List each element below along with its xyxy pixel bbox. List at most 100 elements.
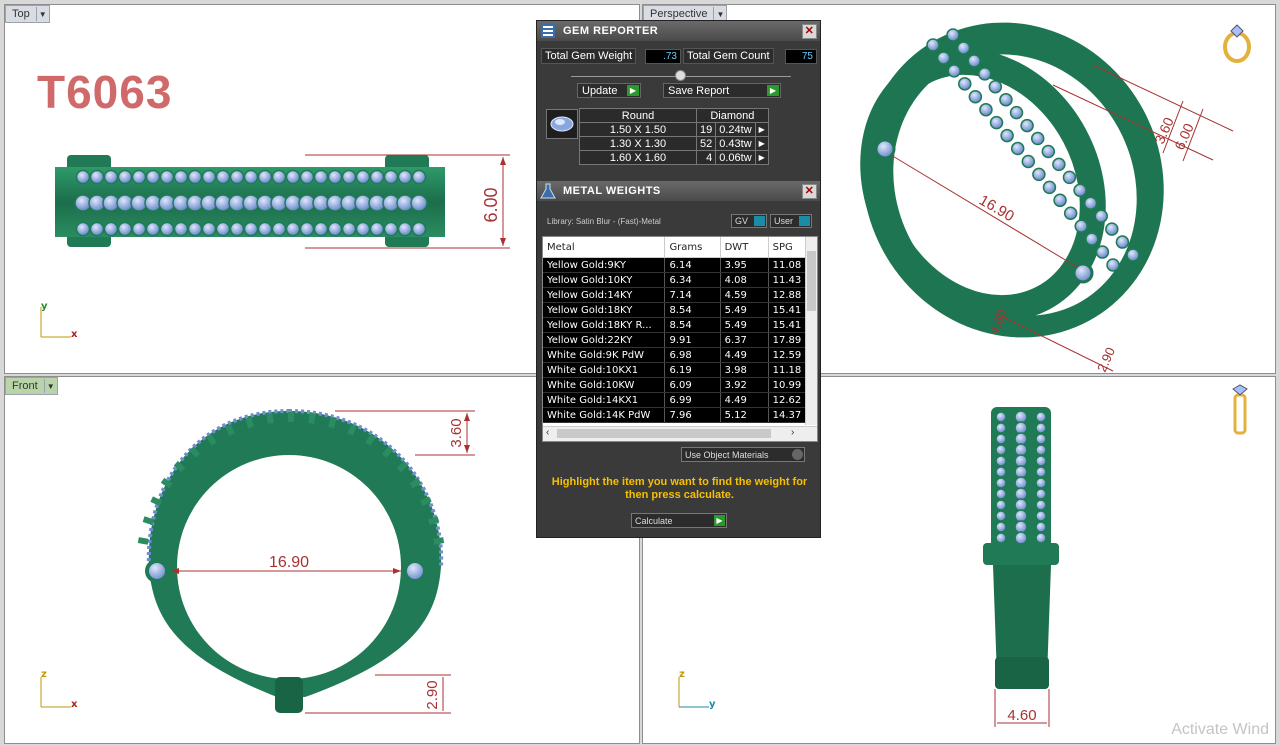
play-icon: ▶ bbox=[627, 85, 639, 96]
user-toggle[interactable]: User bbox=[770, 214, 812, 228]
axis-z: z bbox=[41, 669, 47, 680]
flask-icon bbox=[539, 182, 557, 200]
metal-cell-metal: Yellow Gold:22KY bbox=[543, 332, 666, 348]
metal-cell-grams: 6.98 bbox=[664, 347, 721, 363]
horizontal-scrollbar[interactable]: ‹ › bbox=[543, 426, 817, 441]
chevron-down-icon[interactable]: ▼ bbox=[713, 7, 726, 21]
metal-row[interactable]: Yellow Gold:18KY R... 8.54 5.49 15.41 bbox=[543, 317, 817, 333]
metal-table[interactable]: Metal Grams DWT SPG Yellow Gold:9KY 6.14 3… bbox=[542, 236, 818, 442]
gem-table: Round Diamond 1.50 X 1.50 19 0.24tw ▶ 1.… bbox=[579, 108, 769, 165]
col-dwt[interactable]: DWT bbox=[720, 237, 769, 258]
dim-right-bottom: 4.60 bbox=[1007, 707, 1036, 724]
metal-row[interactable]: White Gold:10KX1 6.19 3.98 11.18 bbox=[543, 362, 817, 378]
metal-cell-grams: 7.14 bbox=[664, 287, 721, 303]
metal-row[interactable]: Yellow Gold:14KY 7.14 4.59 12.88 bbox=[543, 287, 817, 303]
total-gem-count-label: Total Gem Count bbox=[683, 48, 774, 64]
axis-y: y bbox=[709, 699, 716, 710]
gem-row[interactable]: 1.50 X 1.50 19 0.24tw ▶ bbox=[579, 122, 769, 137]
dim-front-bottom: 2.90 bbox=[424, 680, 441, 709]
metal-cell-dwt: 4.59 bbox=[720, 287, 769, 303]
model-label: T6063 bbox=[37, 66, 173, 118]
library-label: Library: Satin Blur - (Fast)-Metal bbox=[547, 217, 661, 226]
chevron-down-icon[interactable]: ▼ bbox=[43, 379, 57, 393]
metal-cell-dwt: 3.92 bbox=[720, 377, 769, 393]
metal-weights-title: METAL WEIGHTS bbox=[563, 185, 661, 197]
close-icon[interactable]: ✕ bbox=[802, 184, 817, 199]
dim-front-top: 3.60 bbox=[448, 418, 465, 447]
metal-row[interactable]: Yellow Gold:10KY 6.34 4.08 11.43 bbox=[543, 272, 817, 288]
dim-front-diameter: 16.90 bbox=[269, 554, 309, 571]
metal-cell-grams: 8.54 bbox=[664, 302, 721, 318]
metal-cell-dwt: 3.98 bbox=[720, 362, 769, 378]
metal-row[interactable]: White Gold:14K PdW 7.96 5.12 14.37 bbox=[543, 407, 817, 423]
axis-z: z bbox=[679, 669, 685, 680]
dim-persp-bottom-b: 2.90 bbox=[1094, 345, 1118, 374]
metal-row[interactable]: Yellow Gold:18KY 8.54 5.49 15.41 bbox=[543, 302, 817, 318]
metal-cell-dwt: 6.37 bbox=[720, 332, 769, 348]
gem-reporter-icon bbox=[539, 22, 557, 40]
metal-row[interactable]: White Gold:14KX1 6.99 4.49 12.62 bbox=[543, 392, 817, 408]
chevron-down-icon[interactable]: ▼ bbox=[35, 7, 49, 21]
hint-text: Highlight the item you want to find the … bbox=[551, 476, 808, 501]
play-icon[interactable]: ▶ bbox=[754, 136, 769, 151]
close-icon[interactable]: ✕ bbox=[802, 24, 817, 39]
metal-row[interactable]: Yellow Gold:22KY 9.91 6.37 17.89 bbox=[543, 332, 817, 348]
metal-cell-grams: 8.54 bbox=[664, 317, 721, 333]
tab-front[interactable]: Front ▼ bbox=[5, 377, 58, 395]
gem-row[interactable]: 1.30 X 1.30 52 0.43tw ▶ bbox=[579, 136, 769, 151]
metal-cell-dwt: 5.49 bbox=[720, 317, 769, 333]
metal-cell-metal: White Gold:9K PdW bbox=[543, 347, 666, 363]
save-report-button[interactable]: Save Report ▶ bbox=[663, 83, 781, 98]
metal-cell-metal: White Gold:10KW bbox=[543, 377, 666, 393]
gem-metal-panel[interactable]: GEM REPORTER ✕ Total Gem Weight .73 Tota… bbox=[536, 20, 821, 538]
metal-cell-grams: 6.14 bbox=[664, 257, 721, 273]
metal-cell-grams: 6.19 bbox=[664, 362, 721, 378]
metal-cell-metal: White Gold:14K PdW bbox=[543, 407, 666, 423]
activate-windows-watermark: Activate Wind bbox=[1171, 721, 1269, 738]
metal-cell-dwt: 4.49 bbox=[720, 392, 769, 408]
metal-cell-dwt: 4.49 bbox=[720, 347, 769, 363]
use-object-materials-toggle[interactable]: Use Object Materials bbox=[681, 447, 805, 462]
metal-cell-grams: 7.96 bbox=[664, 407, 721, 423]
play-icon[interactable]: ▶ bbox=[754, 150, 769, 165]
metal-cell-metal: Yellow Gold:14KY bbox=[543, 287, 666, 303]
metal-cell-metal: Yellow Gold:18KY bbox=[543, 302, 666, 318]
play-icon[interactable]: ▶ bbox=[754, 122, 769, 137]
chevron-right-icon[interactable]: › bbox=[791, 427, 794, 438]
axis-x: x bbox=[71, 699, 78, 710]
chevron-left-icon[interactable]: ‹ bbox=[546, 427, 549, 438]
tab-top[interactable]: Top ▼ bbox=[5, 5, 50, 23]
weight-slider-knob[interactable] bbox=[675, 70, 686, 81]
vertical-scrollbar[interactable] bbox=[805, 237, 817, 425]
metal-row[interactable]: White Gold:10KW 6.09 3.92 10.99 bbox=[543, 377, 817, 393]
ring-icon bbox=[1223, 24, 1251, 63]
gv-toggle[interactable]: GV bbox=[731, 214, 767, 228]
axis-x: x bbox=[71, 329, 78, 340]
metal-cell-dwt: 5.49 bbox=[720, 302, 769, 318]
gem-rows bbox=[74, 169, 428, 237]
axis-y: y bbox=[41, 301, 48, 312]
total-gem-count-value: 75 bbox=[785, 49, 817, 64]
play-icon: ▶ bbox=[714, 515, 725, 526]
metal-cell-dwt: 4.08 bbox=[720, 272, 769, 288]
metal-cell-metal: White Gold:14KX1 bbox=[543, 392, 666, 408]
round-diamond-icon bbox=[546, 109, 578, 139]
col-metal[interactable]: Metal bbox=[543, 237, 666, 258]
dim-top-width: 6.00 bbox=[481, 187, 501, 222]
update-button[interactable]: Update ▶ bbox=[577, 83, 641, 98]
play-icon: ▶ bbox=[767, 85, 779, 96]
metal-cell-metal: Yellow Gold:18KY R... bbox=[543, 317, 666, 333]
metal-row[interactable]: Yellow Gold:9KY 6.14 3.95 11.08 bbox=[543, 257, 817, 273]
total-gem-weight-label: Total Gem Weight bbox=[541, 48, 637, 64]
metal-weights-titlebar[interactable]: METAL WEIGHTS ✕ bbox=[537, 181, 820, 201]
gem-type-header: Diamond bbox=[696, 108, 769, 123]
metal-cell-grams: 6.34 bbox=[664, 272, 721, 288]
col-grams[interactable]: Grams bbox=[664, 237, 721, 258]
metal-row[interactable]: White Gold:9K PdW 6.98 4.49 12.59 bbox=[543, 347, 817, 363]
metal-cell-grams: 6.09 bbox=[664, 377, 721, 393]
gem-row[interactable]: 1.60 X 1.60 4 0.06tw ▶ bbox=[579, 150, 769, 165]
calculate-button[interactable]: Calculate ▶ bbox=[631, 513, 727, 528]
ring-side-icon bbox=[1232, 384, 1248, 435]
metal-cell-dwt: 3.95 bbox=[720, 257, 769, 273]
gem-reporter-titlebar[interactable]: GEM REPORTER ✕ bbox=[537, 21, 820, 41]
